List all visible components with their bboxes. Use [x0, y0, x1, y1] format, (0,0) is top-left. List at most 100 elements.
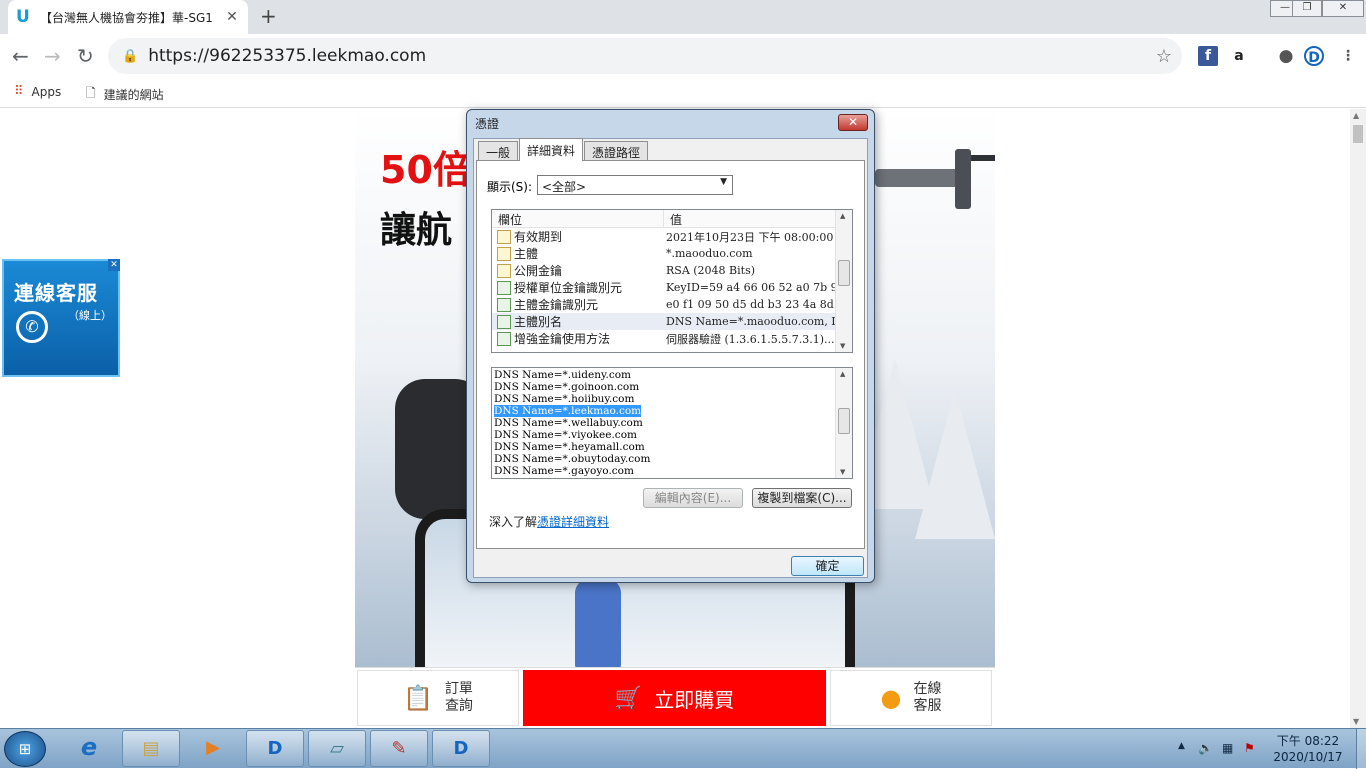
tab-cert-path[interactable]: 憑證路徑 — [584, 141, 649, 161]
field-row[interactable]: 公開金鑰 RSA (2048 Bits) — [492, 262, 852, 279]
field-name: 主體 — [514, 247, 539, 261]
page-icon: 🗋 — [86, 86, 96, 100]
back-icon[interactable]: ← — [12, 44, 29, 68]
profile-icon[interactable]: ● — [1276, 46, 1296, 66]
fields-list[interactable]: 欄位 值 有效期到 2021年10月23日 下午 08:00:00 主體 *.maoo… — [491, 209, 853, 353]
widget-close-icon[interactable]: ✕ — [108, 259, 120, 271]
media-player-icon[interactable]: ▶ — [184, 730, 242, 767]
page-scrollbar[interactable]: ▲ ▼ — [1350, 109, 1366, 728]
field-row[interactable]: 增強金鑰使用方法 伺服器驗證 (1.3.6.1.5.5.7.3.1)... — [492, 330, 852, 347]
scroll-thumb[interactable] — [838, 408, 850, 434]
clock-time: 下午 08:22 — [1276, 734, 1340, 748]
scroll-down-icon[interactable]: ▼ — [840, 342, 845, 350]
bookmark-star-icon[interactable]: ☆ — [1156, 46, 1172, 67]
dns-name-line[interactable]: DNS Name=*.goinoon.com — [494, 381, 639, 393]
scroll-down-icon[interactable]: ▼ — [840, 468, 845, 476]
scroll-thumb[interactable] — [838, 260, 850, 286]
field-name: 授權單位金鑰識別元 — [514, 281, 623, 295]
cert-field-icon — [497, 263, 511, 278]
scroll-thumb[interactable] — [1353, 125, 1363, 143]
dialog-close-button[interactable]: ✕ — [838, 114, 868, 131]
volume-icon[interactable]: 🔈 — [1198, 741, 1213, 755]
field-row[interactable]: 主體 *.maooduo.com — [492, 245, 852, 262]
scroll-down-icon[interactable]: ▼ — [1353, 717, 1359, 726]
d-app-icon[interactable]: D — [246, 730, 304, 767]
amazon-extension-icon[interactable]: a — [1229, 46, 1249, 66]
browser-tab[interactable]: U 【台灣無人機協會夯推】華-SG1 ✕ — [8, 0, 248, 34]
bookmark-apps[interactable]: ⠿ Apps — [14, 84, 61, 99]
field-row[interactable]: 有效期到 2021年10月23日 下午 08:00:00 — [492, 228, 852, 245]
scroll-up-icon[interactable]: ▲ — [840, 370, 845, 378]
window-close-button[interactable]: ✕ — [1322, 0, 1364, 17]
dns-name-line[interactable]: DNS Name=*.wellabuy.com — [494, 417, 643, 429]
dns-name-line[interactable]: DNS Name=*.hoiibuy.com — [494, 393, 634, 405]
field-row[interactable]: 主體別名 DNS Name=*.maooduo.com, D... — [492, 313, 852, 330]
column-header-field[interactable]: 欄位 — [492, 210, 664, 227]
live-chat-status: （線上） — [68, 309, 112, 322]
dialog-body: 一般 詳細資料 憑證路徑 顯示(S): <全部> ▼ 欄位 值 有效期到 2021… — [473, 138, 868, 578]
ok-button[interactable]: 確定 — [791, 556, 864, 576]
cart-icon: 🛒 — [614, 685, 643, 711]
restore-button[interactable]: ❐ — [1292, 0, 1322, 17]
new-tab-button[interactable]: + — [260, 4, 277, 28]
system-clock[interactable]: 下午 08:22 2020/10/17 — [1268, 733, 1348, 765]
ie-icon[interactable]: e — [60, 730, 118, 767]
cert-details-link[interactable]: 憑證詳細資料 — [537, 515, 609, 529]
lock-icon[interactable]: 🔒 — [122, 49, 138, 64]
dns-name-line[interactable]: DNS Name=*.leekmao.com — [494, 405, 642, 417]
buy-now-label: 立即購買 — [654, 687, 735, 712]
cert-field-icon — [497, 229, 511, 244]
explorer-icon[interactable]: ▤ — [122, 730, 180, 767]
notepad-icon[interactable]: ▱ — [308, 730, 366, 767]
learn-more-text: 深入了解憑證詳細資料 — [489, 513, 609, 530]
address-bar[interactable]: 🔒 https://962253375.leekmao.com ☆ — [108, 38, 1182, 74]
bookmark-suggested-sites[interactable]: 🗋 建議的網站 — [86, 84, 164, 105]
copy-to-file-button[interactable]: 複製到檔案(C)... — [752, 488, 852, 508]
menu-icon[interactable]: ⋮ — [1338, 46, 1358, 66]
start-button[interactable]: ⊞ — [4, 731, 46, 767]
scroll-up-icon[interactable]: ▲ — [840, 212, 845, 220]
action-center-icon[interactable]: ⚑ — [1244, 741, 1255, 755]
d-extension-icon[interactable]: D — [1304, 46, 1324, 66]
taskbar: ⊞ e ▤ ▶ D ▱ ✎ D ▲ 🔈 ▦ ⚑ 下午 08:22 2020/10… — [0, 728, 1366, 769]
paint-icon[interactable]: ✎ — [370, 730, 428, 767]
value-textbox[interactable]: DNS Name=*.uideny.com DNS Name=*.goinoon.… — [491, 367, 853, 479]
cert-extension-icon — [497, 280, 511, 295]
purchase-bar: 📋 訂單 查詢 🛒 立即購買 ● 在線 客服 — [355, 667, 995, 727]
network-icon[interactable]: ▦ — [1222, 741, 1233, 755]
fields-list-header: 欄位 值 — [492, 210, 852, 228]
fields-scrollbar[interactable]: ▲ ▼ — [835, 210, 852, 352]
column-header-value[interactable]: 值 — [664, 210, 688, 227]
show-label: 顯示(S): — [487, 180, 533, 194]
show-desktop-button[interactable] — [1356, 729, 1366, 769]
dns-name-line[interactable]: DNS Name=*.viyokee.com — [494, 429, 637, 441]
field-row[interactable]: 授權單位金鑰識別元 KeyID=59 a4 66 06 52 a0 7b 9... — [492, 279, 852, 296]
show-dropdown[interactable]: <全部> ▼ — [537, 175, 733, 195]
dns-name-line[interactable]: DNS Name=*.gayoyo.com — [494, 465, 634, 477]
scroll-up-icon[interactable]: ▲ — [1353, 111, 1359, 120]
tab-close-icon[interactable]: ✕ — [224, 9, 240, 25]
online-service-button[interactable]: ● 在線 客服 — [830, 670, 992, 726]
drone-image — [875, 149, 995, 209]
buy-now-button[interactable]: 🛒 立即購買 — [523, 670, 826, 726]
tray-expand-icon[interactable]: ▲ — [1178, 741, 1185, 751]
live-chat-widget[interactable]: 連線客服 （線上） ✆ ✕ — [2, 259, 120, 377]
dns-name-line[interactable]: DNS Name=*.uideny.com — [494, 369, 631, 381]
dns-name-line[interactable]: DNS Name=*.obuytoday.com — [494, 453, 650, 465]
reload-icon[interactable]: ↻ — [77, 44, 94, 68]
live-chat-title: 連線客服 — [14, 281, 98, 305]
dns-name-line[interactable]: DNS Name=*.heyamall.com — [494, 441, 645, 453]
headline-red: 50倍 — [380, 148, 471, 192]
facebook-extension-icon[interactable]: f — [1198, 46, 1218, 66]
edit-properties-button[interactable]: 編輯內容(E)... — [643, 488, 743, 508]
field-row[interactable]: 主體金鑰識別元 e0 f1 09 50 d5 dd b3 23 4a 8d ... — [492, 296, 852, 313]
order-query-button[interactable]: 📋 訂單 查詢 — [357, 670, 519, 726]
value-scrollbar[interactable]: ▲ ▼ — [835, 368, 852, 478]
tab-general[interactable]: 一般 — [478, 141, 519, 161]
tab-details[interactable]: 詳細資料 — [519, 138, 584, 161]
cert-field-icon — [497, 246, 511, 261]
forward-icon[interactable]: → — [44, 44, 61, 68]
cert-extension-icon — [497, 314, 511, 329]
url-text[interactable]: https://962253375.leekmao.com — [148, 46, 426, 66]
d-app-icon[interactable]: D — [432, 730, 490, 767]
